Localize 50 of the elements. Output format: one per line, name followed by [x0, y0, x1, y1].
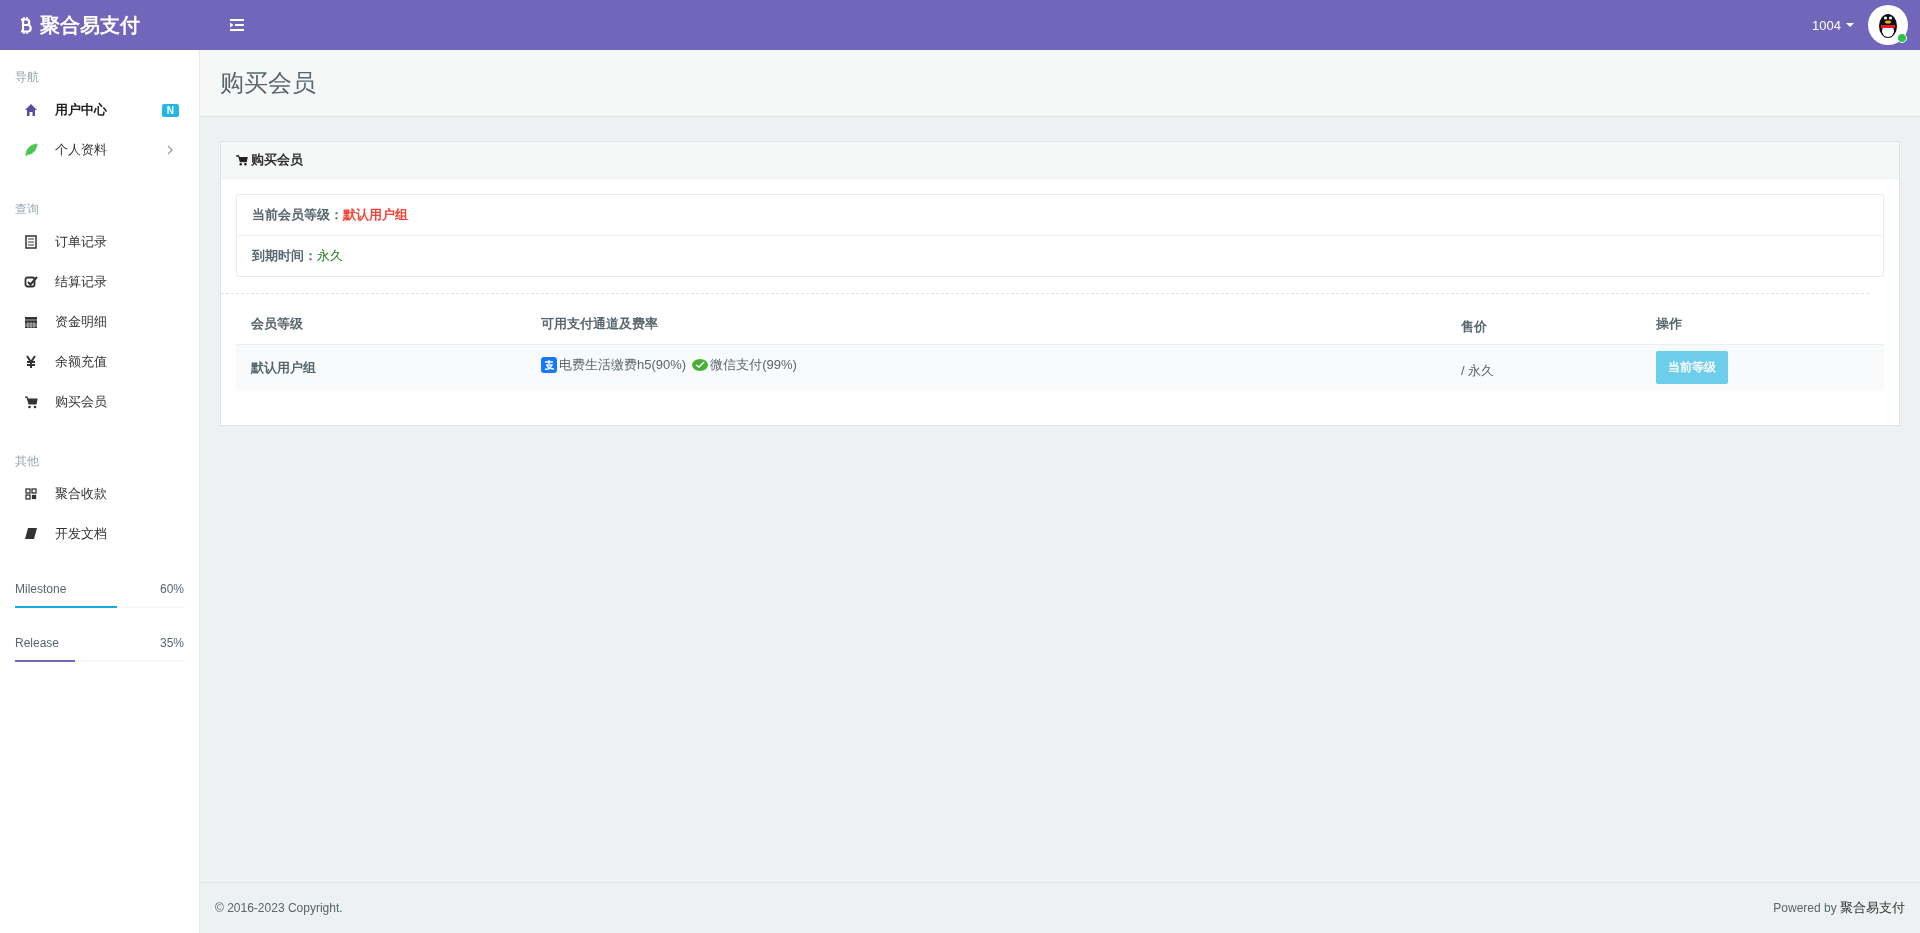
- qr-code-icon: [24, 487, 38, 501]
- column-header: 可用支付通道及费率: [541, 316, 658, 331]
- card-title: 购买会员: [251, 151, 303, 169]
- table-cell: / 永久: [1461, 362, 1495, 378]
- checkbox-icon: [24, 275, 38, 289]
- section-heading: 导航: [14, 69, 40, 86]
- table-cell: 默认用户组: [251, 359, 316, 375]
- page-title: 购买会员: [220, 68, 316, 98]
- yen-icon: [24, 355, 38, 369]
- brand-name: 聚合易支付: [40, 12, 140, 38]
- progress-label: Milestone: [15, 582, 67, 596]
- section-heading: 其他: [14, 453, 40, 470]
- menu-icon[interactable]: [230, 19, 244, 31]
- copyright-text: © 2016-2023 Copyright.: [215, 901, 343, 915]
- progress-value: 60%: [159, 582, 184, 596]
- chevron-right-icon: [167, 145, 173, 155]
- payment-channel: 电费生活缴费h5(90%): [559, 355, 687, 374]
- sidebar-item[interactable]: 资金明细: [0, 302, 199, 342]
- payment-channel: 微信支付(99%): [710, 355, 797, 374]
- calendar-icon: [24, 315, 38, 329]
- sidebar-item[interactable]: 开发文档: [0, 514, 199, 554]
- cart-icon: [24, 395, 38, 409]
- bitcoin-icon: [20, 16, 32, 34]
- sidebar-item[interactable]: 结算记录: [0, 262, 199, 302]
- sidebar-item[interactable]: 购买会员: [0, 382, 199, 422]
- leaf-icon: [24, 143, 38, 157]
- user-menu[interactable]: 1004: [1812, 17, 1854, 33]
- sidebar-item[interactable]: 用户中心 N: [0, 90, 199, 130]
- info-value: 永久: [317, 247, 343, 265]
- info-label: 到期时间：: [252, 247, 317, 265]
- sidebar-item[interactable]: 聚合收款: [0, 474, 199, 514]
- list-icon: [24, 235, 38, 249]
- sidebar-item[interactable]: 个人资料: [0, 130, 199, 170]
- column-header: 售价: [1461, 319, 1487, 334]
- column-header: 操作: [1656, 316, 1682, 331]
- sidebar-item[interactable]: 余额充值: [0, 342, 199, 382]
- progress-label: Release: [15, 636, 60, 650]
- powered-by-text: Powered by 聚合易支付: [1773, 899, 1905, 917]
- new-badge: N: [161, 103, 179, 117]
- alipay-icon: [541, 356, 557, 373]
- home-icon: [24, 103, 38, 117]
- info-value: 默认用户组: [343, 206, 408, 224]
- wechat-icon: [692, 357, 709, 372]
- avatar-icon[interactable]: [1868, 5, 1908, 45]
- info-label: 当前会员等级：: [252, 206, 343, 224]
- sidebar-item[interactable]: 订单记录: [0, 222, 199, 262]
- progress-value: 35%: [159, 636, 184, 650]
- cart-icon: [236, 154, 248, 166]
- section-heading: 查询: [14, 201, 40, 218]
- column-header: 会员等级: [251, 316, 303, 331]
